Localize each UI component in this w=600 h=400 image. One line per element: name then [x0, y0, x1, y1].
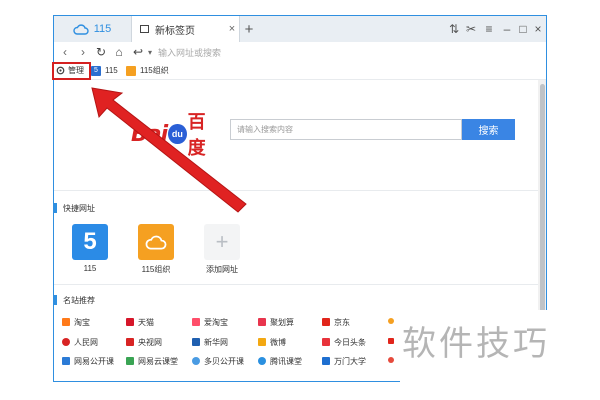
- watermark-text: 软件技巧: [402, 325, 550, 363]
